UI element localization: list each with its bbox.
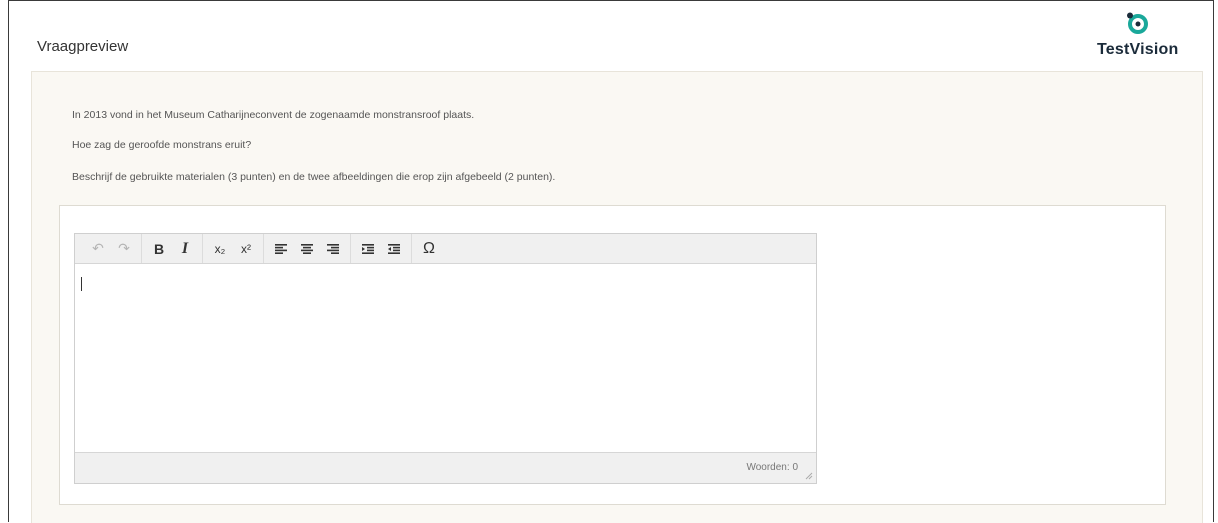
word-count-label: Woorden: bbox=[746, 462, 790, 473]
insert-group: Ω bbox=[412, 234, 446, 263]
italic-button[interactable]: I bbox=[172, 238, 198, 260]
bold-icon: B bbox=[153, 240, 165, 257]
special-char-icon: Ω bbox=[423, 239, 435, 257]
rich-text-editor: ↶ ↷ B I x₂ x² Ω Woorden: 0 bbox=[74, 233, 817, 484]
bold-button[interactable]: B bbox=[146, 238, 172, 260]
align-center-button[interactable] bbox=[294, 238, 320, 260]
editor-toolbar: ↶ ↷ B I x₂ x² Ω bbox=[75, 234, 816, 264]
subscript-button[interactable]: x₂ bbox=[207, 238, 233, 260]
text-caret bbox=[81, 277, 82, 291]
question-panel: In 2013 vond in het Museum Catharijnecon… bbox=[31, 71, 1203, 523]
testvision-logo: TestVision bbox=[1097, 9, 1187, 63]
question-text-line-3: Beschrijf de gebruikte materialen (3 pun… bbox=[72, 171, 556, 183]
align-left-button[interactable] bbox=[268, 238, 294, 260]
indent-button[interactable] bbox=[355, 238, 381, 260]
align-right-button[interactable] bbox=[320, 238, 346, 260]
resize-handle-icon[interactable] bbox=[805, 472, 813, 480]
undo-icon: ↶ bbox=[92, 240, 104, 256]
preview-window: Vraagpreview TestVision In 2013 vond in … bbox=[8, 0, 1214, 523]
subscript-icon: x₂ bbox=[214, 241, 226, 256]
italic-icon: I bbox=[181, 239, 189, 257]
align-group bbox=[264, 234, 351, 263]
format-group: B I bbox=[142, 234, 203, 263]
word-count: Woorden: 0 bbox=[746, 462, 798, 473]
question-text-line-2: Hoe zag de geroofde monstrans eruit? bbox=[72, 139, 252, 151]
word-count-value: 0 bbox=[792, 462, 798, 473]
answer-input[interactable] bbox=[75, 264, 816, 452]
script-group: x₂ x² bbox=[203, 234, 264, 263]
align-left-icon bbox=[275, 243, 287, 254]
logo-text: TestVision bbox=[1097, 41, 1179, 58]
indent-group bbox=[351, 234, 412, 263]
superscript-icon: x² bbox=[241, 241, 251, 256]
undo-button[interactable]: ↶ bbox=[85, 238, 111, 260]
align-center-icon bbox=[301, 243, 313, 254]
history-group: ↶ ↷ bbox=[81, 234, 142, 263]
align-right-icon bbox=[327, 243, 339, 254]
outdent-button[interactable] bbox=[381, 238, 407, 260]
indent-icon bbox=[362, 243, 374, 254]
page-title: Vraagpreview bbox=[37, 38, 129, 55]
special-char-button[interactable]: Ω bbox=[416, 238, 442, 260]
redo-icon: ↷ bbox=[118, 240, 130, 256]
redo-button[interactable]: ↷ bbox=[111, 238, 137, 260]
outdent-icon bbox=[388, 243, 400, 254]
answer-container: ↶ ↷ B I x₂ x² Ω Woorden: 0 bbox=[59, 205, 1166, 505]
question-text-line-1: In 2013 vond in het Museum Catharijnecon… bbox=[72, 109, 475, 121]
editor-statusbar: Woorden: 0 bbox=[75, 452, 816, 483]
testvision-logo-icon bbox=[1127, 12, 1148, 34]
superscript-button[interactable]: x² bbox=[233, 238, 259, 260]
